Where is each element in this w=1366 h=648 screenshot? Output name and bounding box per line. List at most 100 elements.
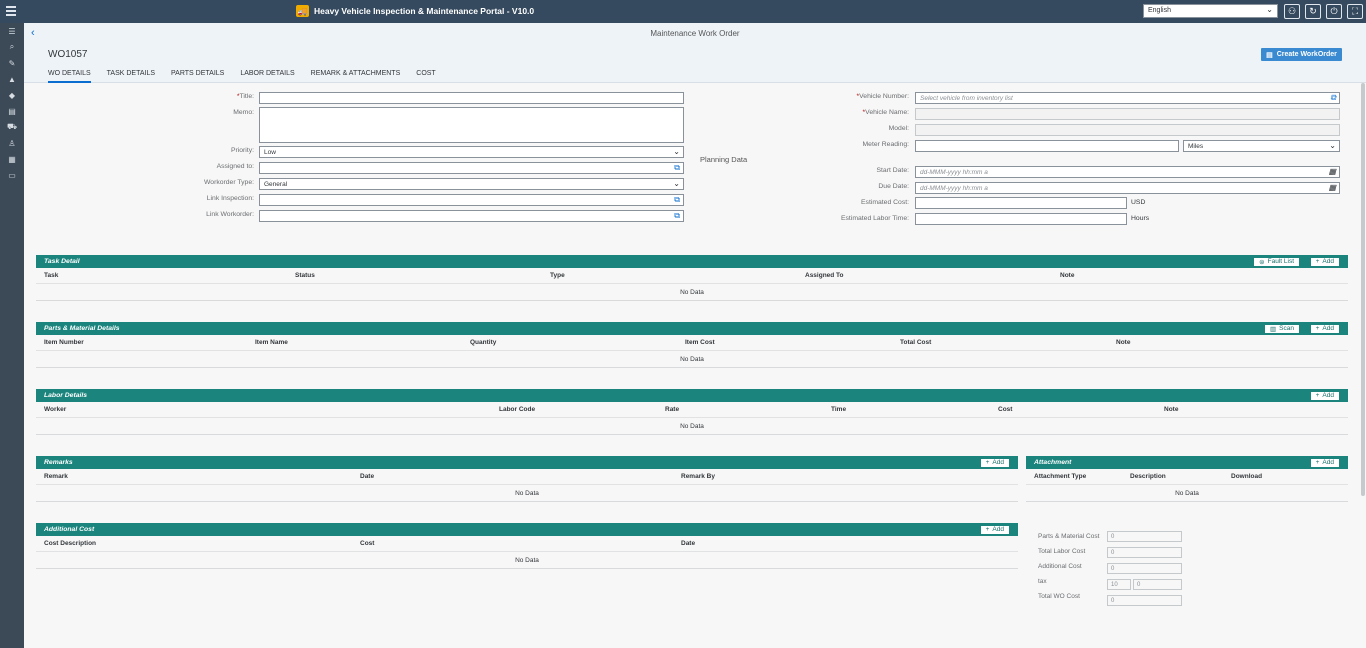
memo-textarea[interactable] xyxy=(259,107,684,143)
value-help-icon[interactable]: ⧉ xyxy=(674,211,680,221)
wotype-select[interactable]: General ⌄ xyxy=(259,178,684,190)
col-note[interactable]: Note xyxy=(1164,406,1178,413)
model-label: Model: xyxy=(888,125,909,132)
scan-button[interactable]: ▥ Scan xyxy=(1264,323,1300,334)
col-download[interactable]: Download xyxy=(1231,473,1262,480)
task-add-button[interactable]: + Add xyxy=(1309,256,1340,267)
language-value: English xyxy=(1148,7,1171,14)
refresh-icon[interactable]: ↻ xyxy=(1305,4,1321,19)
col-item-number[interactable]: Item Number xyxy=(44,339,84,346)
labor-panel: Labor Details + Add Worker Labor Code Rat… xyxy=(36,389,1348,435)
meter-reading-input[interactable] xyxy=(915,140,1179,152)
nav-list-icon[interactable]: ☰ xyxy=(0,23,24,39)
value-help-icon[interactable]: ⧉ xyxy=(674,195,680,205)
create-workorder-button[interactable]: ▤ Create WorkOrder xyxy=(1261,48,1342,61)
priority-select[interactable]: Low ⌄ xyxy=(259,146,684,158)
nav-diamond-icon[interactable]: ◆ xyxy=(0,87,24,103)
fullscreen-icon[interactable]: ⛶ xyxy=(1347,4,1363,19)
estimated-cost-input[interactable] xyxy=(915,197,1127,209)
labor-cost-value: 0 xyxy=(1107,547,1182,558)
link-inspection-input[interactable]: ⧉ xyxy=(259,194,684,206)
tax-label: tax xyxy=(1038,578,1047,585)
col-type[interactable]: Type xyxy=(550,272,565,279)
nav-document-icon[interactable]: ▤ xyxy=(0,103,24,119)
col-rate[interactable]: Rate xyxy=(665,406,679,413)
labor-header: Labor Details + Add xyxy=(36,389,1348,402)
plus-icon: + xyxy=(1315,392,1320,399)
calendar-icon[interactable]: ▦ xyxy=(1328,167,1336,176)
col-description[interactable]: Description xyxy=(1130,473,1166,480)
tax-rate-input[interactable]: 10 xyxy=(1107,579,1131,590)
col-note[interactable]: Note xyxy=(1060,272,1074,279)
col-cost[interactable]: Cost xyxy=(360,540,374,547)
col-task[interactable]: Task xyxy=(44,272,58,279)
nav-report-icon[interactable]: ▦ xyxy=(0,151,24,167)
planning-data-heading: Planning Data xyxy=(700,155,748,164)
tab-remark-attachments[interactable]: REMARK & ATTACHMENTS xyxy=(311,70,401,83)
menu-icon[interactable] xyxy=(6,6,16,16)
language-select[interactable]: English ⌄ xyxy=(1143,4,1278,18)
col-status[interactable]: Status xyxy=(295,272,315,279)
col-remark-by[interactable]: Remark By xyxy=(681,473,715,480)
parts-cost-value: 0 xyxy=(1107,531,1182,542)
nav-truck-icon[interactable]: ⛟ xyxy=(0,119,24,135)
col-cost-description[interactable]: Cost Description xyxy=(44,540,96,547)
due-date-input[interactable]: dd-MMM-yyyy hh:mm a ▦ xyxy=(915,182,1340,194)
list-icon: ⊜ xyxy=(1259,258,1265,266)
fault-list-button[interactable]: ⊜ Fault List xyxy=(1253,256,1300,267)
value-help-icon[interactable]: ⧉ xyxy=(674,163,680,173)
col-assigned-to[interactable]: Assigned To xyxy=(805,272,844,279)
col-cost[interactable]: Cost xyxy=(998,406,1012,413)
meter-unit-select[interactable]: Miles ⌄ xyxy=(1183,140,1340,152)
col-time[interactable]: Time xyxy=(831,406,846,413)
parts-add-button[interactable]: + Add xyxy=(1309,323,1340,334)
vehicle-name-input xyxy=(915,108,1340,120)
calendar-icon[interactable]: ▦ xyxy=(1328,183,1336,192)
value-help-icon[interactable]: ⧉ xyxy=(1330,93,1336,103)
col-worker[interactable]: Worker xyxy=(44,406,66,413)
additional-cost-panel: Additional Cost + Add Cost Description Co… xyxy=(36,523,1018,569)
vehicle-number-input[interactable]: Select vehicle from inventory list ⧉ xyxy=(915,92,1340,104)
col-date[interactable]: Date xyxy=(360,473,374,480)
truck-logo-icon: 🚚 xyxy=(296,5,309,17)
additional-cost-label: Additional Cost xyxy=(1038,563,1082,570)
nav-wrench-icon[interactable]: ✎ xyxy=(0,55,24,71)
labor-add-button[interactable]: + Add xyxy=(1309,390,1340,401)
estimated-labor-input[interactable] xyxy=(915,213,1127,225)
col-quantity[interactable]: Quantity xyxy=(470,339,496,346)
col-note[interactable]: Note xyxy=(1116,339,1130,346)
power-icon[interactable]: ⏻ xyxy=(1326,4,1342,19)
col-total-cost[interactable]: Total Cost xyxy=(900,339,931,346)
plus-icon: + xyxy=(1315,325,1320,332)
title-label: *Title: xyxy=(236,93,254,100)
create-workorder-label: Create WorkOrder xyxy=(1276,51,1337,58)
col-date[interactable]: Date xyxy=(681,540,695,547)
additional-cost-add-button[interactable]: + Add xyxy=(979,524,1010,535)
nav-alert-icon[interactable]: ▲ xyxy=(0,71,24,87)
start-date-input[interactable]: dd-MMM-yyyy hh:mm a ▦ xyxy=(915,166,1340,178)
assigned-input[interactable]: ⧉ xyxy=(259,162,684,174)
nav-inspection-icon[interactable]: ⌕ xyxy=(0,39,24,55)
vertical-scrollbar[interactable] xyxy=(1361,83,1365,496)
col-item-cost[interactable]: Item Cost xyxy=(685,339,715,346)
remarks-column-headers: Remark Date Remark By xyxy=(36,469,1018,485)
col-attachment-type[interactable]: Attachment Type xyxy=(1034,473,1086,480)
tab-task-details[interactable]: TASK DETAILS xyxy=(107,70,155,83)
parts-panel: Parts & Material Details ▥ Scan + Add Item… xyxy=(36,322,1348,368)
user-icon[interactable]: ⚇ xyxy=(1284,4,1300,19)
page-header: ‹ Maintenance Work Order WO1057 WO DETAI… xyxy=(24,23,1366,83)
nav-card-icon[interactable]: ▭ xyxy=(0,167,24,183)
nav-person-icon[interactable]: ♙ xyxy=(0,135,24,151)
col-labor-code[interactable]: Labor Code xyxy=(499,406,535,413)
remarks-add-button[interactable]: + Add xyxy=(979,457,1010,468)
title-input[interactable] xyxy=(259,92,684,104)
link-workorder-input[interactable]: ⧉ xyxy=(259,210,684,222)
tab-parts-details[interactable]: PARTS DETAILS xyxy=(171,70,224,83)
tab-cost[interactable]: COST xyxy=(416,70,435,83)
link-inspection-label: Link Inspection: xyxy=(206,195,254,202)
tab-wo-details[interactable]: WO DETAILS xyxy=(48,70,91,83)
col-item-name[interactable]: Item Name xyxy=(255,339,288,346)
attachment-add-button[interactable]: + Add xyxy=(1309,457,1340,468)
col-remark[interactable]: Remark xyxy=(44,473,68,480)
tab-labor-details[interactable]: LABOR DETAILS xyxy=(240,70,294,83)
